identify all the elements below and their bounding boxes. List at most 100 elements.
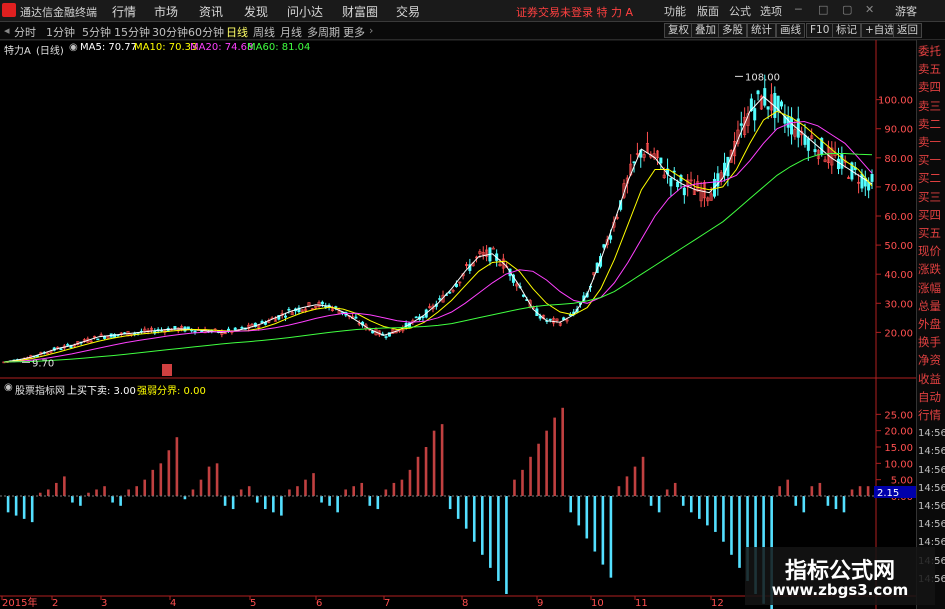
indicator-bar [46,489,50,496]
price-axis: 20.00 30.00 40.00 50.00 60.00 70.00 80.00 90.00… [876,96,913,339]
candle-body [632,161,636,164]
indicator-bar [304,479,307,496]
time-axis: 2015年 2 3 4 5 6 7 8 9 10 11 12 [1,596,724,609]
candle-body [59,348,63,351]
candle-body [284,315,288,318]
quote-panel-item[interactable]: 换手 [918,335,945,350]
indicator-bar [384,489,388,496]
indicator-tick-label: 20.00 [884,427,913,438]
quote-panel-item[interactable]: 买三 [918,190,945,205]
ma-line-ma10 [3,110,873,363]
indicator-bar [681,496,685,506]
quote-panel-item[interactable]: 买四 [918,208,945,223]
indicator-bar [489,496,492,568]
quote-panel-item[interactable]: 收益 [918,372,945,387]
quote-panel-item[interactable]: 涨跌 [918,262,945,277]
indicator-bar [159,463,163,496]
indicator-tick-label: 5.00 [891,476,913,487]
candle-body [186,326,190,330]
indicator-bar [866,486,870,496]
quote-panel-item[interactable]: 自动 [918,390,945,405]
indicator-bar [272,496,275,513]
price-tick-label: 80.00 [884,154,913,165]
quote-panel-item[interactable]: 委托 [918,44,945,59]
candle-body [753,108,757,121]
quote-panel-item[interactable]: 卖四 [918,80,945,95]
indicator-bar [360,482,364,496]
indicator-bar [191,489,195,496]
quote-panel-item[interactable]: 14:56 [918,499,945,514]
quote-panel-item[interactable]: 外盘 [918,317,945,332]
quote-panel-item[interactable]: 买一 [918,153,945,168]
time-tick-label: 6 [316,598,322,609]
indicator-bar [601,496,605,565]
quote-panel-item[interactable]: 卖一 [918,135,945,150]
quote-panel-item[interactable]: 14:56 [918,426,945,441]
indicator-bar [826,496,830,506]
quote-panel-item[interactable]: 总量 [918,299,945,314]
indicator-bar [858,486,862,496]
indicator-bar [448,496,452,510]
indicator-bar [778,486,781,496]
indicator-bar [633,466,637,496]
indicator-bar [440,424,444,496]
candle-body [609,235,613,240]
ma-line-ma5 [3,96,873,363]
indicator-bar [553,417,556,496]
watermark-logo: 指标公式网 www.zbgs3.com [745,547,935,605]
indicator-bar [609,496,613,578]
indicator-bar [296,486,299,496]
price-annotation-label: 9.70 [32,358,54,369]
quote-panel-item[interactable]: 14:56 [918,481,945,496]
quote-side-panel: 委托卖五卖四卖三卖二卖一买一买二买三买四买五现价涨跌涨幅总量外盘换手净资收益自动… [916,40,945,609]
event-marker-icon[interactable] [162,364,172,376]
time-tick-label: 8 [462,598,468,609]
indicator-bar [312,473,315,496]
indicator-bar [738,496,741,568]
indicator-bar [810,486,814,496]
candle-body [766,106,770,110]
quote-panel-item[interactable]: 买二 [918,171,945,186]
indicator-bar [175,437,179,496]
indicator-bar [344,489,347,496]
indicator-bar [320,496,323,503]
indicator-tick-label: 10.00 [884,459,913,470]
indicator-bar [497,496,500,581]
indicator-bar [432,430,436,496]
ma-line-ma20 [3,120,873,363]
quote-panel-item[interactable]: 涨幅 [918,281,945,296]
quote-panel-item[interactable]: 14:56 [918,463,945,478]
candle-body [193,330,197,333]
quote-panel-item[interactable]: 净资 [918,353,945,368]
indicator-bar [95,489,98,496]
indicator-bar [505,496,508,594]
quote-panel-item[interactable]: 行情 [918,408,945,423]
indicator-bar [111,496,114,503]
indicator-bar [625,476,629,496]
indicator-bar [127,489,130,496]
candle-body [676,181,680,188]
indicator-bar [722,496,725,542]
indicator-bar [263,496,267,510]
quote-panel-item[interactable]: 14:56 [918,444,945,459]
indicator-bars [6,407,870,609]
price-tick-label: 20.00 [884,328,913,339]
price-annotation-label: 108.00 [745,72,780,83]
indicator-bar [657,496,661,513]
quote-panel-item[interactable]: 14:56 [918,517,945,532]
quote-panel-item[interactable]: 现价 [918,244,945,259]
price-tick-label: 60.00 [884,212,913,223]
indicator-bar [167,450,171,496]
time-tick-label: 2 [52,598,58,609]
time-tick-label: 4 [170,598,176,609]
quote-panel-item[interactable]: 卖三 [918,99,945,114]
candle-body [334,306,338,308]
indicator-bar [30,496,34,523]
quote-panel-item[interactable]: 买五 [918,226,945,241]
indicator-bar [577,496,581,526]
candle-body [790,117,794,135]
quote-panel-item[interactable]: 卖二 [918,117,945,132]
quote-panel-item[interactable]: 卖五 [918,62,945,77]
kline-chart[interactable]: 20.00 30.00 40.00 50.00 60.00 70.00 80.00 90.00… [0,0,916,609]
price-tick-label: 70.00 [884,183,913,194]
